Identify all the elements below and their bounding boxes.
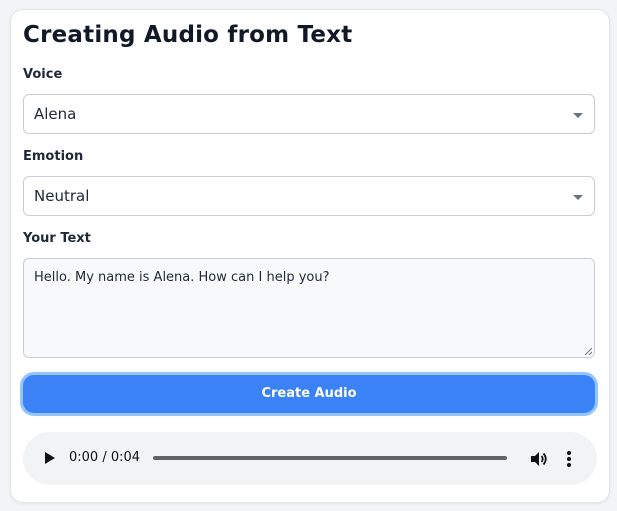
- audio-form-card: Creating Audio from Text Voice Alena Emo…: [10, 9, 610, 503]
- voice-select-value: Alena: [34, 105, 77, 123]
- seek-bar[interactable]: [153, 456, 507, 460]
- more-options-icon[interactable]: [566, 450, 572, 468]
- audio-player: 0:00 / 0:04: [23, 432, 597, 485]
- time-display: 0:00 / 0:04: [69, 450, 141, 465]
- emotion-label: Emotion: [23, 149, 84, 164]
- text-label: Your Text: [23, 231, 91, 246]
- text-input[interactable]: Hello. My name is Alena. How can I help …: [23, 258, 595, 358]
- create-audio-button[interactable]: Create Audio: [20, 372, 598, 416]
- voice-label: Voice: [23, 67, 63, 82]
- text-input-value: Hello. My name is Alena. How can I help …: [34, 270, 330, 285]
- chevron-down-icon: [573, 113, 583, 118]
- emotion-select[interactable]: Neutral: [23, 176, 595, 216]
- resize-handle-icon[interactable]: [584, 347, 592, 355]
- volume-icon[interactable]: [529, 450, 547, 468]
- voice-select[interactable]: Alena: [23, 94, 595, 134]
- page-title: Creating Audio from Text: [23, 22, 353, 48]
- emotion-select-value: Neutral: [34, 187, 90, 205]
- play-icon[interactable]: [45, 452, 55, 464]
- chevron-down-icon: [573, 195, 583, 200]
